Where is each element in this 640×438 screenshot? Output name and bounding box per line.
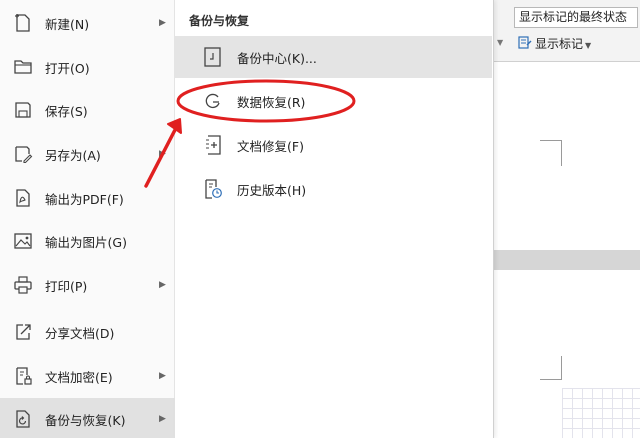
- submenu-item-label: 备份中心(K)...: [237, 50, 317, 66]
- chevron-right-icon: ▶: [159, 371, 166, 381]
- history-version-icon: [201, 176, 225, 202]
- menu-item-label: 新建(N): [45, 16, 90, 32]
- chevron-right-icon: ▶: [159, 18, 166, 28]
- lock-document-icon: [11, 364, 35, 388]
- document-repair-icon: [201, 132, 225, 158]
- submenu-item-label: 历史版本(H): [237, 182, 307, 198]
- menu-item-label: 打印(P): [45, 278, 88, 294]
- submenu-item-label: 文档修复(F): [237, 138, 304, 154]
- submenu-item-label: 数据恢复(R): [237, 94, 306, 110]
- menu-item-print[interactable]: 打印(P) ▶: [0, 264, 175, 306]
- submenu-item-document-repair[interactable]: 文档修复(F): [175, 124, 492, 166]
- page-corner-mark: [540, 356, 562, 380]
- new-file-icon: [11, 11, 35, 35]
- chevron-right-icon: ▶: [159, 414, 166, 424]
- document-page[interactable]: [494, 62, 640, 250]
- export-image-icon: [11, 229, 35, 253]
- menu-item-encrypt[interactable]: 文档加密(E) ▶: [0, 355, 175, 397]
- grid-pattern: [562, 388, 640, 438]
- chevron-down-icon[interactable]: ▼: [497, 38, 503, 47]
- menu-item-label: 备份与恢复(K): [45, 412, 126, 428]
- submenu-title: 备份与恢复: [189, 14, 250, 28]
- menu-item-label: 另存为(A): [45, 147, 101, 163]
- menu-item-label: 文档加密(E): [45, 369, 113, 385]
- menu-item-export-image[interactable]: 输出为图片(G): [0, 220, 175, 262]
- file-menu: 新建(N) ▶ 打开(O) 保存(S) 另存为(A) ▶ 输出为PDF(F) 输…: [0, 0, 175, 438]
- menu-item-label: 保存(S): [45, 103, 88, 119]
- chevron-right-icon: ▶: [159, 280, 166, 290]
- export-pdf-icon: [11, 186, 35, 210]
- menu-item-save-as[interactable]: 另存为(A) ▶: [0, 133, 175, 175]
- chevron-right-icon: ▶: [159, 149, 166, 159]
- backup-restore-submenu: 备份与恢复 备份中心(K)... 数据恢复(R) 文档修复(F) 历史版本(H): [175, 0, 494, 438]
- backup-restore-icon: [11, 407, 35, 431]
- submenu-item-backup-center[interactable]: 备份中心(K)...: [175, 36, 492, 78]
- chevron-down-icon: ▼: [585, 41, 592, 50]
- menu-item-share[interactable]: 分享文档(D): [0, 311, 175, 353]
- markup-display-select[interactable]: 显示标记的最终状态: [514, 7, 638, 28]
- data-recovery-icon: [201, 88, 225, 114]
- page-corner-mark: [540, 140, 562, 166]
- menu-item-label: 输出为图片(G): [45, 234, 127, 250]
- menu-item-export-pdf[interactable]: 输出为PDF(F): [0, 177, 175, 219]
- menu-item-save[interactable]: 保存(S): [0, 89, 175, 131]
- show-markup-button[interactable]: 显示标记 ▼: [518, 35, 591, 53]
- menu-item-new[interactable]: 新建(N) ▶: [0, 2, 175, 44]
- menu-item-backup-restore[interactable]: 备份与恢复(K) ▶: [0, 398, 175, 438]
- show-markup-icon: [518, 36, 532, 50]
- backup-center-icon: [201, 44, 225, 70]
- folder-open-icon: [11, 55, 35, 79]
- save-as-icon: [11, 142, 35, 166]
- menu-item-label: 打开(O): [45, 60, 90, 76]
- save-icon: [11, 98, 35, 122]
- share-icon: [11, 320, 35, 344]
- show-markup-label: 显示标记: [535, 37, 584, 51]
- submenu-item-history-version[interactable]: 历史版本(H): [175, 168, 492, 210]
- menu-item-label: 分享文档(D): [45, 325, 115, 341]
- menu-item-label: 输出为PDF(F): [45, 191, 124, 207]
- submenu-item-data-recovery[interactable]: 数据恢复(R): [175, 80, 492, 122]
- menu-item-open[interactable]: 打开(O): [0, 46, 175, 88]
- printer-icon: [11, 273, 35, 297]
